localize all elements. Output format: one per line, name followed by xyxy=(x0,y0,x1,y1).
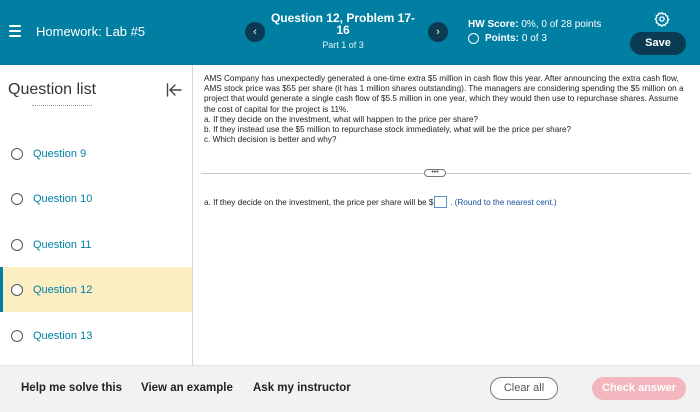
previous-question-button[interactable]: ‹ xyxy=(245,22,265,42)
unanswered-circle-icon xyxy=(11,329,23,342)
hw-score-value: 0%, 0 of 28 points xyxy=(521,19,602,30)
top-header: Homework: Lab #5 ‹ Question 12, Problem … xyxy=(0,0,700,65)
content-divider xyxy=(201,173,691,174)
points-value: 0 of 3 xyxy=(521,33,547,44)
question-content: AMS Company has unexpectedly generated a… xyxy=(193,65,700,365)
question-list-sidebar: Question list Question 9 Question 10 Que… xyxy=(0,65,193,365)
scrolled-list-item-partial xyxy=(8,102,128,110)
points-circle-icon xyxy=(468,33,479,44)
question-list-item-13[interactable]: Question 13 xyxy=(0,313,192,358)
problem-title: Question 12, Problem 17-16 xyxy=(270,11,416,37)
help-me-solve-button[interactable]: Help me solve this xyxy=(21,382,122,394)
clear-all-button[interactable]: Clear all xyxy=(490,377,558,400)
question-list-item-12[interactable]: Question 12 xyxy=(0,267,192,312)
question-list-item-label: Question 12 xyxy=(33,283,93,296)
save-button[interactable]: Save xyxy=(630,32,686,55)
view-example-button[interactable]: View an example xyxy=(141,382,233,394)
answer-suffix: . xyxy=(450,197,453,207)
hw-score-label: HW Score: xyxy=(468,19,519,30)
rounding-hint: (Round to the nearest cent.) xyxy=(454,197,557,207)
question-list-item-label: Question 9 xyxy=(33,147,87,160)
answer-line: a. If they decide on the investment, the… xyxy=(204,196,557,208)
points-indicator: Points: 0 of 3 xyxy=(468,33,547,44)
question-list-item-10[interactable]: Question 10 xyxy=(0,176,192,221)
points-label: Points: xyxy=(485,33,519,44)
hamburger-menu-icon[interactable] xyxy=(9,25,21,37)
gear-icon[interactable] xyxy=(654,11,670,27)
unanswered-circle-icon xyxy=(11,192,23,205)
price-per-share-input[interactable] xyxy=(434,196,448,208)
bottom-toolbar: Help me solve this View an example Ask m… xyxy=(0,365,700,412)
unanswered-circle-icon xyxy=(11,283,23,296)
question-list-item-label: Question 11 xyxy=(33,238,92,251)
expand-question-button[interactable]: ••• xyxy=(424,169,446,177)
question-list-item-label: Question 13 xyxy=(33,329,93,342)
question-part-a: a. If they decide on the investment, wha… xyxy=(204,114,478,124)
unanswered-circle-icon xyxy=(11,147,23,160)
question-list-item-label: Question 10 xyxy=(33,192,93,205)
question-part-b: b. If they instead use the $5 million to… xyxy=(204,125,572,135)
question-list-title: Question list xyxy=(8,81,97,98)
homework-title: Homework: Lab #5 xyxy=(36,24,146,39)
question-text: AMS Company has unexpectedly generated a… xyxy=(204,74,688,145)
unanswered-circle-icon xyxy=(11,238,23,251)
question-list-item-11[interactable]: Question 11 xyxy=(0,222,192,267)
problem-part-indicator: Part 1 of 3 xyxy=(322,40,364,50)
collapse-sidebar-icon[interactable] xyxy=(166,83,182,97)
question-part-c: c. Which decision is better and why? xyxy=(204,135,337,145)
question-list-item-9[interactable]: Question 9 xyxy=(0,131,192,176)
answer-prefix: a. If they decide on the investment, the… xyxy=(204,197,434,207)
check-answer-button[interactable]: Check answer xyxy=(592,377,686,400)
next-question-button[interactable]: › xyxy=(428,22,448,42)
question-paragraph: AMS Company has unexpectedly generated a… xyxy=(204,74,684,114)
ask-instructor-button[interactable]: Ask my instructor xyxy=(253,382,351,394)
hw-score: HW Score: 0%, 0 of 28 points xyxy=(468,19,601,30)
